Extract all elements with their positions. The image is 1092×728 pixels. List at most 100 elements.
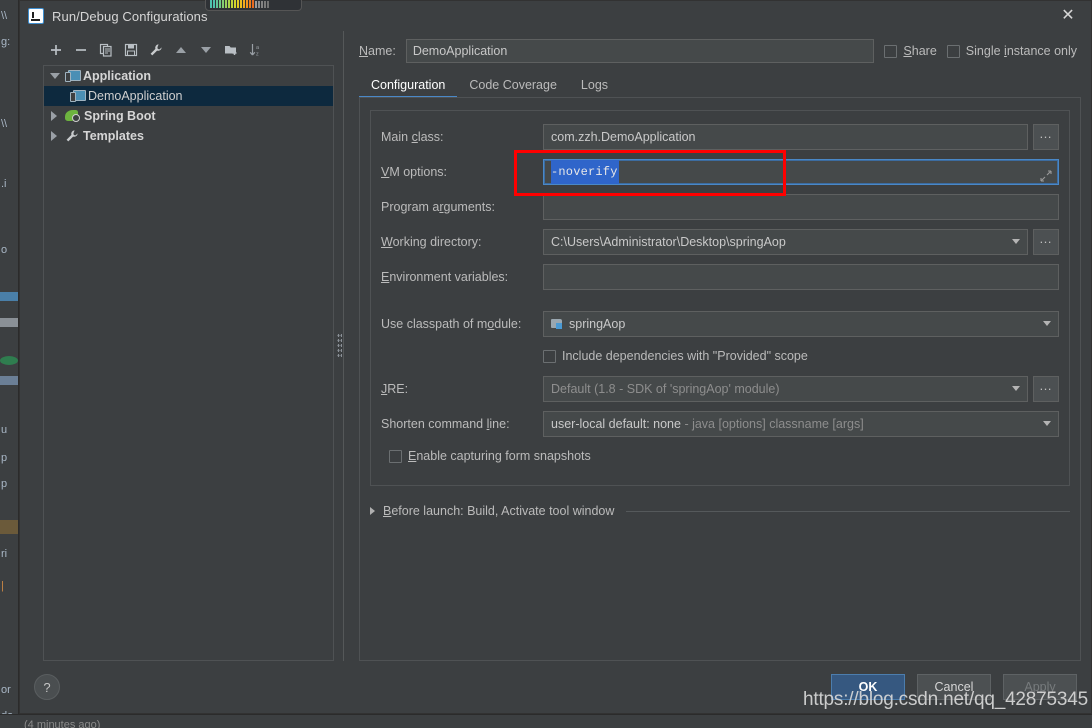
tab-logs[interactable]: Logs — [569, 78, 620, 97]
remove-configuration-button[interactable] — [70, 39, 92, 61]
jre-value: Default — [551, 381, 591, 396]
bg-fragment: or — [1, 684, 11, 696]
chevron-down-icon[interactable] — [1036, 412, 1058, 436]
use-classpath-of-module-combo[interactable]: springAop — [543, 310, 1059, 337]
dialog-titlebar: Run/Debug Configurations ✕ — [20, 1, 1091, 31]
jre-combo[interactable]: Default (1.8 - SDK of 'springAop' module… — [543, 375, 1028, 402]
configuration-tab-panel: Main class: com.zzh.DemoApplication … VM… — [359, 98, 1081, 661]
wrench-icon — [65, 129, 79, 143]
meter-bar — [216, 0, 218, 8]
spring-boot-icon — [65, 109, 80, 123]
configurations-toolbar: a z — [24, 37, 334, 63]
meter-bar — [222, 0, 224, 8]
single-instance-only-label: Single instance only — [965, 44, 1077, 58]
enable-capturing-label: Enable capturing form snapshots — [408, 449, 591, 463]
main-class-browse-button[interactable]: … — [1033, 123, 1059, 150]
bg-fragment: ri — [1, 548, 8, 560]
application-icon — [65, 70, 81, 82]
share-checkbox[interactable]: Share — [884, 44, 937, 58]
jre-browse-button[interactable]: … — [1033, 375, 1059, 402]
meter-bar — [210, 0, 212, 8]
main-class-input[interactable]: com.zzh.DemoApplication — [543, 123, 1028, 150]
bg-swatch-green — [0, 356, 18, 365]
tree-item-label: Templates — [83, 129, 144, 143]
chevron-down-icon[interactable] — [1005, 230, 1027, 254]
meter-bar — [237, 0, 239, 8]
background-left-strip: \\ g: \\ .i o u p p ri | or da — [0, 0, 19, 728]
environment-variables-input[interactable] — [543, 263, 1059, 290]
tab-configuration[interactable]: Configuration — [359, 78, 458, 98]
main-class-row: Main class: com.zzh.DemoApplication … — [381, 119, 1059, 154]
meter-bar — [264, 1, 266, 8]
bg-fragment: \\ — [1, 118, 8, 130]
checkbox-box[interactable] — [946, 44, 960, 58]
expand-arrows-icon[interactable] — [1040, 166, 1052, 182]
jre-value-hint: (1.8 - SDK of 'springAop' module) — [594, 381, 780, 396]
new-folder-button[interactable] — [220, 39, 242, 61]
move-up-button[interactable] — [170, 39, 192, 61]
configuration-form: Main class: com.zzh.DemoApplication … VM… — [370, 110, 1070, 486]
chevron-down-icon[interactable] — [50, 71, 61, 82]
sort-alphabetically-button[interactable]: a z — [245, 39, 267, 61]
tree-item-demoapplication[interactable]: DemoApplication — [44, 86, 333, 106]
meter-bar — [213, 0, 215, 8]
save-configuration-button[interactable] — [120, 39, 142, 61]
before-launch-section: Before launch: Build, Activate tool wind… — [370, 504, 1070, 518]
vm-options-input[interactable]: -noverify — [543, 158, 1059, 185]
configurations-tree[interactable]: Application DemoApplication Spring Boot — [43, 65, 334, 661]
meter-bar — [228, 0, 230, 8]
bg-swatch — [0, 292, 18, 301]
chevron-down-icon[interactable] — [1005, 377, 1027, 401]
vm-options-label: VM options: — [381, 164, 448, 179]
checkbox-box[interactable] — [884, 44, 898, 58]
triangle-right-icon[interactable] — [370, 507, 377, 515]
tab-code-coverage[interactable]: Code Coverage — [457, 78, 569, 97]
bg-fragment: o — [1, 244, 8, 256]
chevron-right-icon[interactable] — [50, 110, 61, 122]
svg-text:z: z — [256, 52, 259, 58]
working-directory-browse-button[interactable]: … — [1033, 228, 1059, 255]
bg-fragment: g: — [1, 36, 11, 48]
use-classpath-of-module-label: Use classpath of module: — [381, 316, 522, 331]
bg-fragment: | — [1, 580, 4, 592]
name-input[interactable] — [405, 39, 875, 63]
move-down-button[interactable] — [195, 39, 217, 61]
shorten-command-line-combo[interactable]: user-local default: none - java [options… — [543, 410, 1059, 437]
meter-bar — [234, 0, 236, 8]
enable-capturing-checkbox[interactable]: Enable capturing form snapshots — [389, 449, 591, 463]
share-label: Share — [903, 44, 937, 58]
tree-item-application[interactable]: Application — [44, 66, 333, 86]
bg-fragment: .i — [1, 178, 7, 190]
chevron-down-icon[interactable] — [1036, 312, 1058, 336]
program-arguments-row: Program arguments: — [381, 189, 1059, 224]
panel-splitter[interactable] — [334, 31, 345, 661]
include-dependencies-checkbox[interactable]: Include dependencies with "Provided" sco… — [543, 349, 808, 363]
help-icon[interactable]: ? — [34, 674, 60, 700]
add-configuration-button[interactable] — [45, 39, 67, 61]
tree-item-templates[interactable]: Templates — [44, 126, 333, 146]
environment-variables-label: Environment variables: — [381, 269, 509, 284]
checkbox-box[interactable] — [389, 449, 402, 463]
intellij-idea-logo-icon — [28, 8, 44, 24]
tree-item-spring-boot[interactable]: Spring Boot — [44, 106, 333, 126]
include-dependencies-row: Include dependencies with "Provided" sco… — [381, 341, 1059, 371]
configuration-editor-pane: Name: Share Single instance only Configu… — [345, 31, 1091, 661]
edit-defaults-wrench-icon[interactable] — [145, 39, 167, 61]
meter-bar — [231, 0, 233, 8]
enable-capturing-row: Enable capturing form snapshots — [381, 441, 1059, 471]
single-instance-only-checkbox[interactable]: Single instance only — [946, 44, 1077, 58]
checkbox-box[interactable] — [543, 349, 556, 363]
working-directory-value: C:\Users\Administrator\Desktop\springAop — [551, 234, 786, 249]
working-directory-label: Working directory: — [381, 234, 482, 249]
before-launch-label: Before launch: Build, Activate tool wind… — [383, 504, 615, 518]
close-icon[interactable]: ✕ — [1045, 1, 1091, 31]
program-arguments-input[interactable] — [543, 193, 1059, 220]
include-dependencies-label: Include dependencies with "Provided" sco… — [562, 349, 808, 363]
meter-bar — [240, 0, 242, 8]
copy-configuration-button[interactable] — [95, 39, 117, 61]
bg-status-text: (4 minutes ago) — [24, 719, 101, 728]
editor-tabs: Configuration Code Coverage Logs — [345, 71, 1081, 98]
working-directory-combo[interactable]: C:\Users\Administrator\Desktop\springAop — [543, 228, 1028, 255]
chevron-right-icon[interactable] — [50, 130, 61, 142]
use-classpath-of-module-row: Use classpath of module: springAop — [381, 306, 1059, 341]
